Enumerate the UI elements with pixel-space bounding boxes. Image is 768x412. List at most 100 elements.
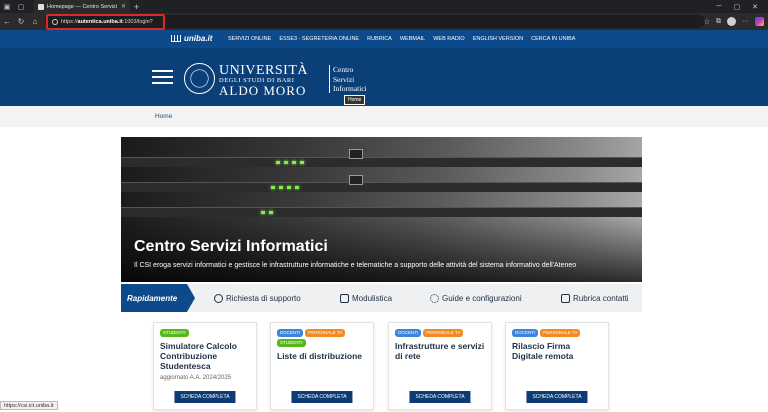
tab-actions-icon[interactable]: ▢ bbox=[14, 0, 28, 13]
quick-link-support[interactable]: Richiesta di supporto bbox=[214, 293, 301, 303]
nav-link-servizi-online[interactable]: SERVIZI ONLINE bbox=[228, 36, 271, 42]
tag-badge: STUDENTI bbox=[160, 329, 189, 337]
uniba-logo-text: uniba.it bbox=[184, 34, 213, 43]
network-port-graphic bbox=[349, 175, 363, 185]
tag-badge: DOCENTI bbox=[395, 329, 422, 337]
browser-tab[interactable]: Homepage — Centro Servizi Infor... ✕ bbox=[34, 0, 130, 13]
nav-link-webmail[interactable]: WEBMAIL bbox=[400, 36, 425, 42]
quick-link-modulistica[interactable]: Modulistica bbox=[340, 293, 393, 303]
quick-links-label: Rapidamente bbox=[121, 284, 195, 312]
university-name[interactable]: UNIVERSITÀ DEGLI STUDI DI BARI ALDO MORO bbox=[219, 64, 308, 98]
window-menu-icon[interactable]: ▣ bbox=[0, 0, 14, 13]
more-menu-icon[interactable]: ··· bbox=[742, 18, 749, 25]
card-note: aggiornato A.A. 2024/2025 bbox=[160, 375, 232, 381]
status-bar-url: https://csi.ict.uniba.it bbox=[0, 401, 58, 410]
csi-name-line2: Servizi bbox=[333, 74, 355, 84]
profile-avatar[interactable] bbox=[727, 17, 736, 26]
quick-link-rubrica[interactable]: Rubrica contatti bbox=[561, 293, 629, 303]
copilot-icon[interactable] bbox=[755, 17, 764, 26]
quick-link-support-label: Richiesta di supporto bbox=[226, 293, 301, 303]
service-card[interactable]: DOCENTI PERSONALE TA Infrastrutture e se… bbox=[388, 322, 492, 410]
close-window-icon[interactable]: ✕ bbox=[752, 3, 758, 11]
nav-link-rubrica[interactable]: RUBRICA bbox=[367, 36, 392, 42]
tag-badge: DOCENTI bbox=[512, 329, 539, 337]
quick-link-guide[interactable]: Guide e configurazioni bbox=[430, 293, 522, 303]
led-graphic bbox=[292, 161, 296, 164]
service-cards: STUDENTI Simulatore Calcolo Contribuzion… bbox=[0, 322, 768, 412]
support-icon bbox=[214, 293, 223, 303]
breadcrumb: Home bbox=[0, 106, 768, 127]
led-graphic bbox=[279, 186, 283, 189]
hero-banner: Centro Servizi Informatici Il CSI eroga … bbox=[121, 137, 642, 282]
card-title[interactable]: Simulatore Calcolo Contribuzione Student… bbox=[160, 341, 250, 371]
network-port-graphic bbox=[349, 149, 363, 159]
card-title[interactable]: Liste di distribuzione bbox=[277, 351, 367, 361]
card-title[interactable]: Infrastrutture e servizi di rete bbox=[395, 341, 485, 361]
building-icon bbox=[171, 35, 181, 42]
tag-badge: PERSONALE TA bbox=[540, 329, 581, 337]
service-card[interactable]: DOCENTI PERSONALE TA STUDENTI Liste di d… bbox=[270, 322, 374, 410]
tag-badge: DOCENTI bbox=[277, 329, 304, 337]
site-header: UNIVERSITÀ DEGLI STUDI DI BARI ALDO MORO… bbox=[0, 48, 768, 106]
card-details-button[interactable]: SCHEDA COMPLETA bbox=[174, 391, 236, 403]
tag-badge: PERSONALE TA bbox=[423, 329, 464, 337]
tag-badge: STUDENTI bbox=[277, 339, 306, 347]
led-graphic bbox=[295, 186, 299, 189]
hamburger-menu-icon[interactable] bbox=[152, 70, 173, 84]
led-graphic bbox=[300, 161, 304, 164]
maximize-icon[interactable]: ▢ bbox=[734, 3, 741, 11]
quick-link-guide-label: Guide e configurazioni bbox=[442, 293, 522, 303]
favicon-icon bbox=[38, 3, 44, 10]
top-navigation: uniba.it SERVIZI ONLINE ESSE3 - SEGRETER… bbox=[0, 30, 768, 48]
led-graphic bbox=[269, 211, 273, 214]
browser-tab-strip: ▣ ▢ Homepage — Centro Servizi Infor... ✕… bbox=[0, 0, 768, 13]
new-tab-button[interactable]: + bbox=[134, 2, 139, 12]
top-nav-links: SERVIZI ONLINE ESSE3 - SEGRETERIA ONLINE… bbox=[228, 30, 575, 48]
server-rack-graphic bbox=[121, 207, 642, 217]
card-details-button[interactable]: SCHEDA COMPLETA bbox=[409, 391, 471, 403]
tag-badge: PERSONALE TA bbox=[305, 329, 346, 337]
led-graphic bbox=[276, 161, 280, 164]
home-icon[interactable]: ⌂ bbox=[28, 13, 42, 30]
nav-link-english[interactable]: ENGLISH VERSION bbox=[473, 36, 523, 42]
nav-link-esse3[interactable]: ESSE3 - SEGRETERIA ONLINE bbox=[279, 36, 359, 42]
card-tags: DOCENTI PERSONALE TA bbox=[512, 329, 602, 337]
nav-link-cerca[interactable]: CERCA IN UNIBA bbox=[531, 36, 575, 42]
reload-icon[interactable]: ↻ bbox=[14, 13, 28, 30]
tab-title: Homepage — Centro Servizi Infor... bbox=[47, 3, 118, 10]
breadcrumb-home[interactable]: Home bbox=[155, 113, 172, 120]
card-tags: STUDENTI bbox=[160, 329, 250, 337]
university-seal-icon[interactable] bbox=[184, 63, 215, 94]
quick-link-modulistica-label: Modulistica bbox=[352, 293, 393, 303]
card-title[interactable]: Rilascio Firma Digitale remota bbox=[512, 341, 602, 361]
service-card[interactable]: DOCENTI PERSONALE TA Rilascio Firma Digi… bbox=[505, 322, 609, 410]
service-card[interactable]: STUDENTI Simulatore Calcolo Contribuzion… bbox=[153, 322, 257, 410]
contact-book-icon bbox=[561, 293, 570, 303]
gear-icon bbox=[430, 293, 439, 303]
led-graphic bbox=[284, 161, 288, 164]
csi-name-line1: Centro bbox=[333, 65, 354, 74]
minimize-icon[interactable]: ─ bbox=[717, 3, 722, 11]
card-details-button[interactable]: SCHEDA COMPLETA bbox=[291, 391, 353, 403]
uniba-logo[interactable]: uniba.it bbox=[171, 34, 212, 43]
csi-name[interactable]: Centro Servizi Informatici bbox=[333, 65, 367, 94]
quick-link-rubrica-label: Rubrica contatti bbox=[573, 293, 629, 303]
close-tab-icon[interactable]: ✕ bbox=[121, 3, 126, 10]
hero-subtitle: Il CSI eroga servizi informatici e gesti… bbox=[134, 262, 577, 269]
nav-link-web-radio[interactable]: WEB RADIO bbox=[433, 36, 464, 42]
card-details-button[interactable]: SCHEDA COMPLETA bbox=[526, 391, 588, 403]
led-graphic bbox=[287, 186, 291, 189]
csi-name-line3: Informatici bbox=[333, 84, 367, 93]
back-icon[interactable]: ← bbox=[0, 13, 14, 30]
collections-icon[interactable]: ⧉ bbox=[716, 18, 721, 26]
favorite-star-icon[interactable]: ☆ bbox=[704, 18, 710, 26]
window-controls: ─ ▢ ✕ bbox=[717, 3, 768, 11]
card-tags: DOCENTI PERSONALE TA bbox=[395, 329, 485, 337]
browser-right-tools: ☆ ⧉ ··· bbox=[704, 13, 764, 30]
uni-name-line3: ALDO MORO bbox=[219, 83, 307, 98]
url-highlight-box bbox=[46, 14, 165, 30]
server-rack-graphic bbox=[121, 182, 642, 192]
led-graphic bbox=[261, 211, 265, 214]
hero-title: Centro Servizi Informatici bbox=[134, 238, 328, 255]
led-graphic bbox=[271, 186, 275, 189]
